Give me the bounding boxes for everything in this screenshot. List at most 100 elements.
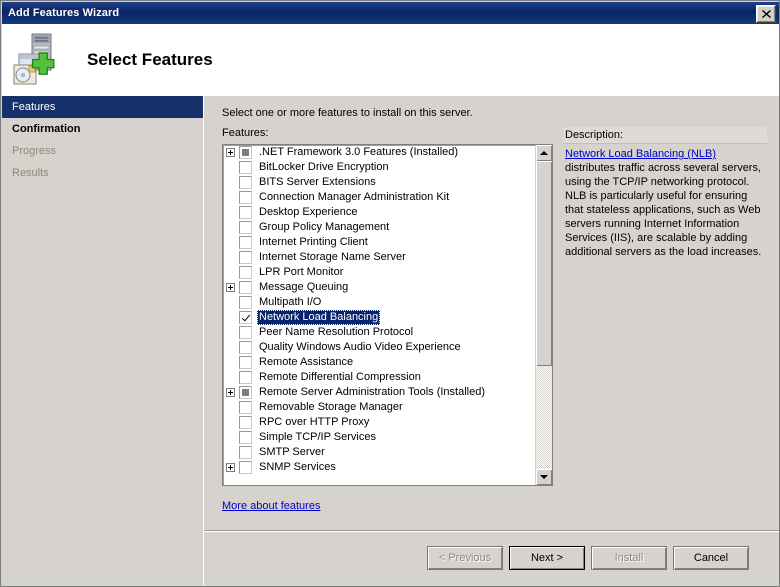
title-bar: Add Features Wizard bbox=[2, 2, 779, 24]
feature-checkbox[interactable] bbox=[239, 446, 252, 459]
feature-row[interactable]: Connection Manager Administration Kit bbox=[223, 190, 536, 205]
content-area: Select one or more features to install o… bbox=[205, 96, 779, 530]
expander-spacer bbox=[226, 298, 235, 307]
feature-checkbox[interactable] bbox=[239, 191, 252, 204]
scroll-down-icon[interactable] bbox=[536, 469, 552, 485]
description-panel: Description: Network Load Balancing (NLB… bbox=[563, 127, 767, 486]
feature-row[interactable]: Quality Windows Audio Video Experience bbox=[223, 340, 536, 355]
previous-button: < Previous bbox=[427, 546, 503, 570]
feature-row[interactable]: Removable Storage Manager bbox=[223, 400, 536, 415]
feature-row[interactable]: Remote Differential Compression bbox=[223, 370, 536, 385]
server-add-icon bbox=[11, 32, 69, 88]
feature-checkbox[interactable] bbox=[239, 176, 252, 189]
feature-checkbox[interactable] bbox=[239, 236, 252, 249]
expander-spacer bbox=[226, 268, 235, 277]
feature-label: Multipath I/O bbox=[259, 296, 322, 308]
expander-spacer bbox=[226, 178, 235, 187]
expand-plus-icon[interactable] bbox=[226, 148, 235, 157]
expander-spacer bbox=[226, 328, 235, 337]
expander-spacer bbox=[226, 448, 235, 457]
feature-row[interactable]: .NET Framework 3.0 Features (Installed) bbox=[223, 145, 536, 160]
feature-row[interactable]: LPR Port Monitor bbox=[223, 265, 536, 280]
feature-label: RPC over HTTP Proxy bbox=[259, 416, 370, 428]
feature-checkbox[interactable] bbox=[239, 356, 252, 369]
feature-label: .NET Framework 3.0 Features (Installed) bbox=[259, 146, 459, 158]
scroll-up-icon[interactable] bbox=[536, 145, 552, 161]
feature-label: Network Load Balancing bbox=[257, 310, 381, 325]
feature-checkbox[interactable] bbox=[239, 341, 252, 354]
feature-row[interactable]: Internet Storage Name Server bbox=[223, 250, 536, 265]
expander-spacer bbox=[226, 418, 235, 427]
install-button: Install bbox=[591, 546, 667, 570]
scrollbar-thumb[interactable] bbox=[536, 161, 552, 366]
feature-checkbox[interactable] bbox=[239, 311, 252, 324]
sidebar-item-results: Results bbox=[2, 162, 203, 184]
expander-spacer bbox=[226, 403, 235, 412]
feature-checkbox[interactable] bbox=[239, 386, 252, 399]
arrow-down-glyph bbox=[540, 475, 548, 479]
feature-row[interactable]: BitLocker Drive Encryption bbox=[223, 160, 536, 175]
cancel-button[interactable]: Cancel bbox=[673, 546, 749, 570]
feature-row[interactable]: Group Policy Management bbox=[223, 220, 536, 235]
feature-row[interactable]: SMTP Server bbox=[223, 445, 536, 460]
feature-row[interactable]: Network Load Balancing bbox=[223, 310, 536, 325]
description-text: distributes traffic across several serve… bbox=[565, 162, 762, 258]
feature-checkbox[interactable] bbox=[239, 371, 252, 384]
feature-row[interactable]: Peer Name Resolution Protocol bbox=[223, 325, 536, 340]
expander-spacer bbox=[226, 208, 235, 217]
next-button[interactable]: Next > bbox=[509, 546, 585, 570]
feature-label: Remote Server Administration Tools (Inst… bbox=[259, 386, 486, 398]
feature-row[interactable]: Remote Server Administration Tools (Inst… bbox=[223, 385, 536, 400]
expand-plus-icon[interactable] bbox=[226, 388, 235, 397]
expand-plus-icon[interactable] bbox=[226, 463, 235, 472]
feature-checkbox[interactable] bbox=[239, 221, 252, 234]
feature-checkbox[interactable] bbox=[239, 281, 252, 294]
feature-row[interactable]: Internet Printing Client bbox=[223, 235, 536, 250]
feature-row[interactable]: SNMP Services bbox=[223, 460, 536, 475]
feature-label: SNMP Services bbox=[259, 461, 336, 473]
expand-plus-icon[interactable] bbox=[226, 283, 235, 292]
feature-row[interactable]: BITS Server Extensions bbox=[223, 175, 536, 190]
features-scrollbar[interactable] bbox=[535, 145, 552, 485]
feature-checkbox[interactable] bbox=[239, 401, 252, 414]
feature-label: BITS Server Extensions bbox=[259, 176, 376, 188]
feature-checkbox[interactable] bbox=[239, 146, 252, 159]
feature-row[interactable]: Multipath I/O bbox=[223, 295, 536, 310]
close-icon[interactable] bbox=[756, 5, 776, 23]
add-features-wizard-window: Add Features Wizard Select Features Feat… bbox=[0, 0, 780, 587]
features-list[interactable]: .NET Framework 3.0 Features (Installed) B… bbox=[222, 144, 553, 486]
more-about-features-link[interactable]: More about features bbox=[222, 500, 320, 512]
feature-label: Simple TCP/IP Services bbox=[259, 431, 376, 443]
feature-checkbox[interactable] bbox=[239, 266, 252, 279]
feature-checkbox[interactable] bbox=[239, 431, 252, 444]
sidebar-item-label: Confirmation bbox=[12, 123, 81, 135]
feature-checkbox[interactable] bbox=[239, 326, 252, 339]
sidebar-item-label: Progress bbox=[12, 145, 57, 157]
feature-row[interactable]: Message Queuing bbox=[223, 280, 536, 295]
sidebar-item-features[interactable]: Features bbox=[2, 96, 203, 118]
wizard-steps-sidebar: Features Confirmation Progress Results bbox=[2, 96, 204, 586]
expander-spacer bbox=[226, 313, 235, 322]
window-title: Add Features Wizard bbox=[8, 7, 120, 19]
feature-checkbox[interactable] bbox=[239, 206, 252, 219]
description-link[interactable]: Network Load Balancing (NLB) bbox=[565, 148, 716, 160]
feature-row[interactable]: Desktop Experience bbox=[223, 205, 536, 220]
sidebar-item-progress: Progress bbox=[2, 140, 203, 162]
feature-label: Message Queuing bbox=[259, 281, 349, 293]
feature-checkbox[interactable] bbox=[239, 161, 252, 174]
feature-checkbox[interactable] bbox=[239, 251, 252, 264]
feature-label: Removable Storage Manager bbox=[259, 401, 403, 413]
expander-spacer bbox=[226, 358, 235, 367]
feature-row[interactable]: Simple TCP/IP Services bbox=[223, 430, 536, 445]
scrollbar-track[interactable] bbox=[536, 161, 552, 469]
feature-checkbox[interactable] bbox=[239, 461, 252, 474]
feature-label: Desktop Experience bbox=[259, 206, 358, 218]
page-title: Select Features bbox=[87, 50, 213, 69]
sidebar-item-confirmation[interactable]: Confirmation bbox=[2, 118, 203, 140]
feature-checkbox[interactable] bbox=[239, 416, 252, 429]
feature-row[interactable]: RPC over HTTP Proxy bbox=[223, 415, 536, 430]
feature-checkbox[interactable] bbox=[239, 296, 252, 309]
description-header: Description: bbox=[563, 127, 767, 144]
feature-row[interactable]: Remote Assistance bbox=[223, 355, 536, 370]
feature-label: Connection Manager Administration Kit bbox=[259, 191, 450, 203]
